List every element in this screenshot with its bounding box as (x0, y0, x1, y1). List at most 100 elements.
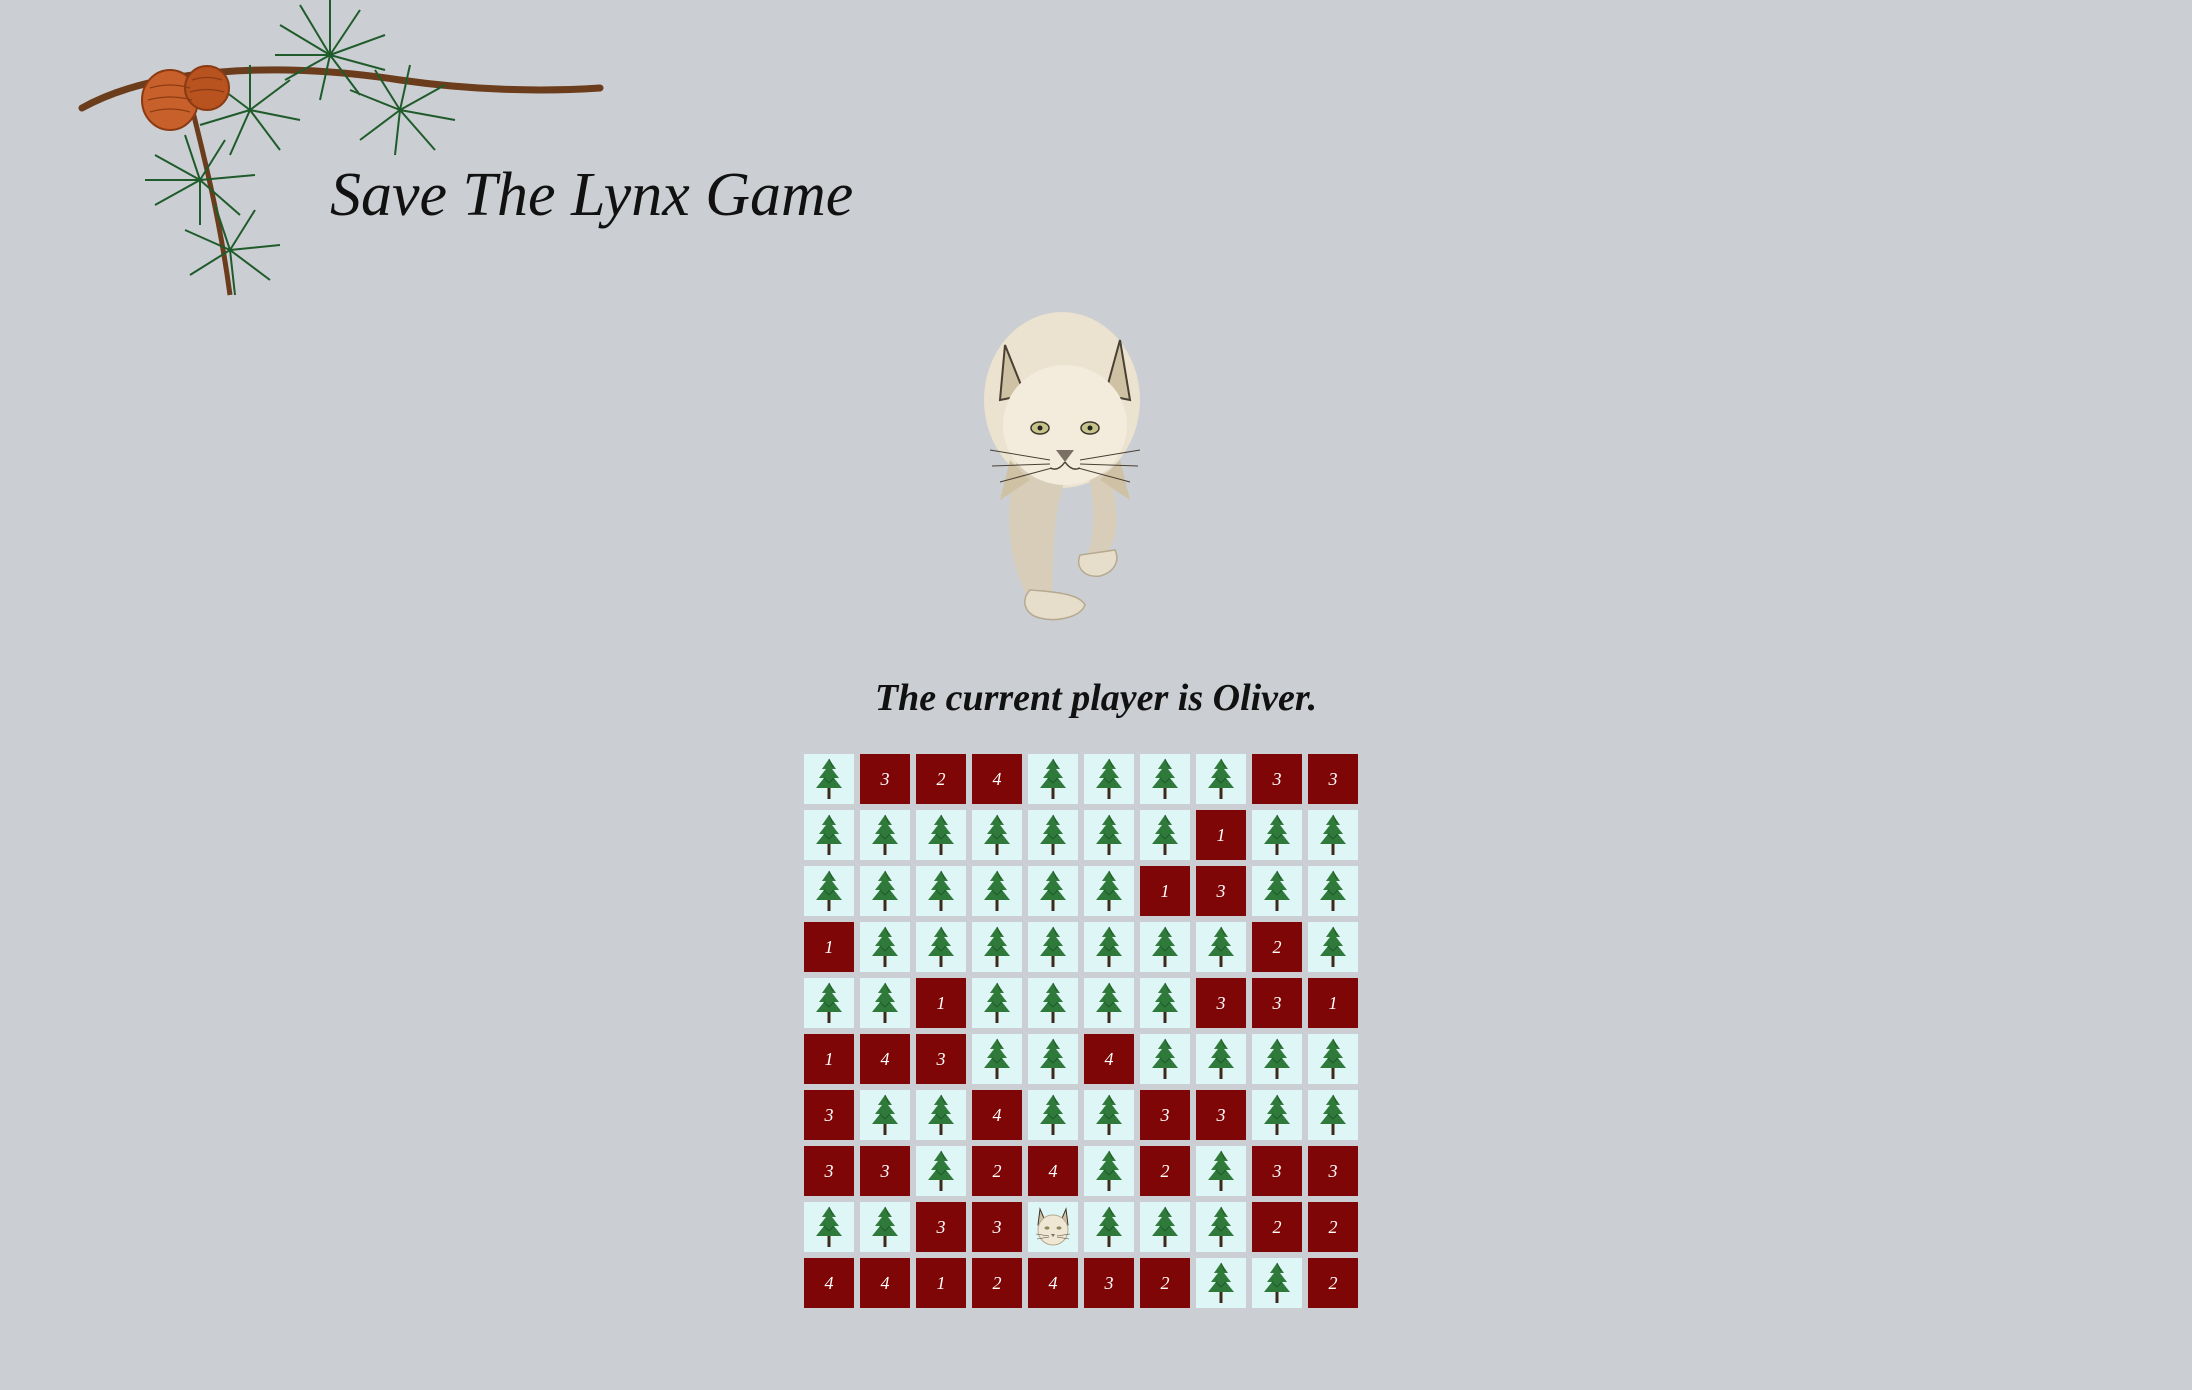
board-cell-revealed[interactable]: 3 (804, 1090, 854, 1140)
board-cell-tree[interactable] (1140, 978, 1190, 1028)
board-cell-tree[interactable] (1252, 810, 1302, 860)
board-cell-tree[interactable] (860, 978, 910, 1028)
board-cell-revealed[interactable]: 1 (1140, 866, 1190, 916)
board-cell-tree[interactable] (916, 1146, 966, 1196)
board-cell-revealed[interactable]: 4 (1084, 1034, 1134, 1084)
board-cell-tree[interactable] (1252, 866, 1302, 916)
board-cell-tree[interactable] (1084, 754, 1134, 804)
board-cell-tree[interactable] (1084, 810, 1134, 860)
board-cell-revealed[interactable]: 2 (916, 754, 966, 804)
board-cell-tree[interactable] (1308, 866, 1358, 916)
board-cell-revealed[interactable]: 2 (972, 1258, 1022, 1308)
board-cell-tree[interactable] (1028, 922, 1078, 972)
board-cell-tree[interactable] (1084, 866, 1134, 916)
board-cell-tree[interactable] (1140, 754, 1190, 804)
board-cell-tree[interactable] (1084, 922, 1134, 972)
board-cell-revealed[interactable]: 3 (1196, 866, 1246, 916)
board-cell-revealed[interactable]: 1 (916, 978, 966, 1028)
board-cell-tree[interactable] (972, 1034, 1022, 1084)
board-cell-revealed[interactable]: 3 (1140, 1090, 1190, 1140)
board-cell-revealed[interactable]: 3 (1308, 754, 1358, 804)
board-cell-tree[interactable] (1084, 1202, 1134, 1252)
board-cell-revealed[interactable]: 3 (972, 1202, 1022, 1252)
board-cell-revealed[interactable]: 3 (1084, 1258, 1134, 1308)
board-cell-revealed[interactable]: 3 (860, 1146, 910, 1196)
board-cell-revealed[interactable]: 4 (860, 1034, 910, 1084)
board-cell-tree[interactable] (860, 1090, 910, 1140)
board-cell-revealed[interactable]: 2 (972, 1146, 1022, 1196)
board-cell-tree[interactable] (972, 866, 1022, 916)
board-cell-tree[interactable] (1252, 1090, 1302, 1140)
board-cell-revealed[interactable]: 1 (804, 922, 854, 972)
board-cell-revealed[interactable]: 3 (1196, 1090, 1246, 1140)
board-cell-revealed[interactable]: 1 (804, 1034, 854, 1084)
board-cell-tree[interactable] (916, 866, 966, 916)
board-cell-tree[interactable] (1252, 1258, 1302, 1308)
board-cell-tree[interactable] (1196, 1258, 1246, 1308)
board-cell-revealed[interactable]: 3 (1308, 1146, 1358, 1196)
board-cell-tree[interactable] (1308, 810, 1358, 860)
board-cell-tree[interactable] (1140, 1034, 1190, 1084)
board-cell-tree[interactable] (1196, 754, 1246, 804)
board-cell-tree[interactable] (860, 866, 910, 916)
board-cell-revealed[interactable]: 3 (804, 1146, 854, 1196)
board-cell-tree[interactable] (1084, 1146, 1134, 1196)
board-cell-revealed[interactable]: 1 (1196, 810, 1246, 860)
board-cell-revealed[interactable]: 3 (860, 754, 910, 804)
board-cell-revealed[interactable]: 4 (1028, 1258, 1078, 1308)
board-cell-tree[interactable] (1140, 1202, 1190, 1252)
board-cell-tree[interactable] (1140, 810, 1190, 860)
board-cell-tree[interactable] (1028, 866, 1078, 916)
board-cell-revealed[interactable]: 4 (1028, 1146, 1078, 1196)
board-cell-tree[interactable] (1084, 978, 1134, 1028)
board-cell-tree[interactable] (804, 978, 854, 1028)
board-cell-tree[interactable] (916, 1090, 966, 1140)
board-cell-tree[interactable] (1196, 922, 1246, 972)
board-cell-lynx[interactable] (1028, 1202, 1078, 1252)
board-cell-tree[interactable] (1084, 1090, 1134, 1140)
board-cell-revealed[interactable]: 4 (860, 1258, 910, 1308)
board-cell-tree[interactable] (1308, 1090, 1358, 1140)
board-cell-revealed[interactable]: 2 (1308, 1202, 1358, 1252)
board-cell-revealed[interactable]: 3 (1196, 978, 1246, 1028)
board-cell-tree[interactable] (1252, 1034, 1302, 1084)
board-cell-revealed[interactable]: 1 (916, 1258, 966, 1308)
board-cell-revealed[interactable]: 2 (1252, 922, 1302, 972)
board-cell-tree[interactable] (972, 922, 1022, 972)
board-cell-revealed[interactable]: 3 (1252, 754, 1302, 804)
board-cell-revealed[interactable]: 3 (916, 1202, 966, 1252)
board-cell-tree[interactable] (1028, 978, 1078, 1028)
board-cell-revealed[interactable]: 1 (1308, 978, 1358, 1028)
board-cell-revealed[interactable]: 2 (1308, 1258, 1358, 1308)
board-cell-tree[interactable] (860, 1202, 910, 1252)
board-cell-tree[interactable] (916, 810, 966, 860)
board-cell-revealed[interactable]: 2 (1140, 1146, 1190, 1196)
board-cell-revealed[interactable]: 3 (916, 1034, 966, 1084)
board-cell-revealed[interactable]: 3 (1252, 978, 1302, 1028)
board-cell-tree[interactable] (916, 922, 966, 972)
board-cell-tree[interactable] (1028, 754, 1078, 804)
board-cell-revealed[interactable]: 2 (1252, 1202, 1302, 1252)
board-cell-tree[interactable] (1196, 1202, 1246, 1252)
board-cell-tree[interactable] (860, 922, 910, 972)
board-cell-tree[interactable] (804, 1202, 854, 1252)
board-cell-tree[interactable] (972, 978, 1022, 1028)
board-cell-tree[interactable] (1028, 1090, 1078, 1140)
board-cell-tree[interactable] (1028, 810, 1078, 860)
board-cell-tree[interactable] (860, 810, 910, 860)
board-cell-tree[interactable] (804, 866, 854, 916)
board-cell-tree[interactable] (972, 810, 1022, 860)
board-cell-tree[interactable] (1140, 922, 1190, 972)
board-cell-revealed[interactable]: 4 (804, 1258, 854, 1308)
board-cell-tree[interactable] (1028, 1034, 1078, 1084)
board-cell-tree[interactable] (1308, 1034, 1358, 1084)
board-cell-tree[interactable] (1196, 1034, 1246, 1084)
board-cell-tree[interactable] (1196, 1146, 1246, 1196)
board-cell-tree[interactable] (804, 754, 854, 804)
board-cell-revealed[interactable]: 3 (1252, 1146, 1302, 1196)
board-cell-revealed[interactable]: 4 (972, 754, 1022, 804)
board-cell-revealed[interactable]: 2 (1140, 1258, 1190, 1308)
board-cell-revealed[interactable]: 4 (972, 1090, 1022, 1140)
board-cell-tree[interactable] (1308, 922, 1358, 972)
board-cell-tree[interactable] (804, 810, 854, 860)
